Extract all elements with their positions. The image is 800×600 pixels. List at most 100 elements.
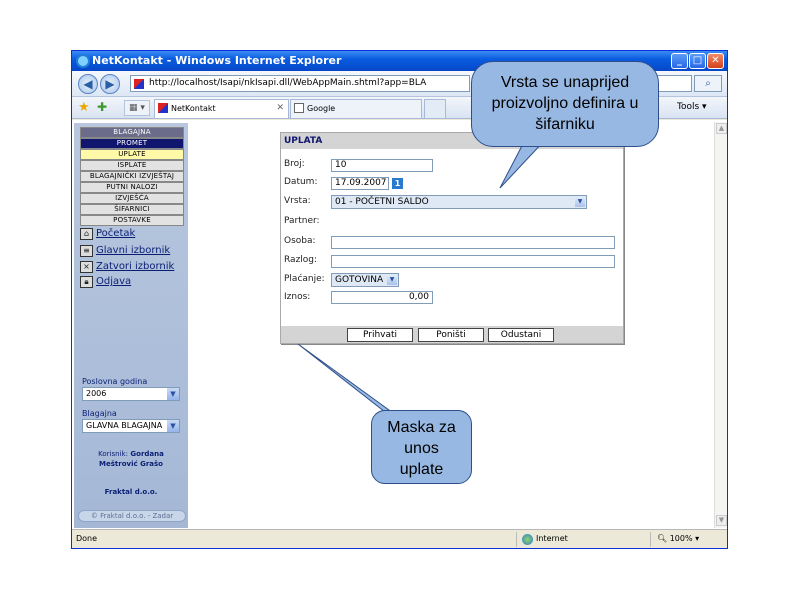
- tools-menu[interactable]: Tools ▾: [677, 102, 707, 112]
- internet-explorer-icon: [76, 54, 90, 68]
- zoom-value: 100%: [669, 534, 693, 543]
- lock-icon: 🔒︎: [80, 276, 93, 288]
- menu-blagajna[interactable]: BLAGAJNA: [80, 127, 184, 138]
- site-favicon-icon: [134, 79, 144, 89]
- placanje-select[interactable]: GOTOVINA ▼: [331, 273, 399, 287]
- placanje-value: GOTOVINA: [335, 275, 384, 285]
- menu-uplate[interactable]: UPLATE: [80, 149, 184, 160]
- broj-field[interactable]: 10: [331, 159, 433, 172]
- menu-izvjesca[interactable]: IZVJEŠĆA: [80, 193, 184, 204]
- favorites-star-icon[interactable]: ★: [78, 100, 90, 115]
- year-select[interactable]: 2006 ▼: [82, 387, 180, 401]
- link-pocetak[interactable]: ⌂ Početak: [80, 227, 135, 241]
- globe-icon: [522, 534, 533, 545]
- callout-maska: Maska za unos uplate: [371, 410, 472, 484]
- user-last-name: Meštrović Grašo: [99, 460, 163, 468]
- netkontakt-tab-icon: [158, 103, 168, 113]
- quick-tabs-button[interactable]: ▦ ▾: [124, 100, 150, 116]
- vrsta-label: Vrsta:: [284, 196, 311, 206]
- link-zatvori-izbornik[interactable]: × Zatvori izbornik: [80, 260, 174, 274]
- scroll-up-icon[interactable]: ▲: [716, 123, 727, 134]
- menu-putni-nalozi[interactable]: PUTNI NALOZI: [80, 182, 184, 193]
- home-icon: ⌂: [80, 228, 93, 240]
- vrsta-select[interactable]: 01 - POČETNI SALDO ▼: [331, 195, 587, 209]
- chevron-down-icon: ▼: [167, 420, 179, 432]
- minimize-button[interactable]: _: [671, 53, 688, 69]
- new-tab-button[interactable]: [424, 99, 446, 118]
- partner-label: Partner:: [284, 216, 320, 226]
- razlog-field[interactable]: [331, 255, 615, 268]
- cashbox-select[interactable]: GLAVNA BLAGAJNA ▼: [82, 419, 180, 433]
- uplata-form: UPLATA Broj: 10 Datum: 17.09.2007 1 Vrst…: [280, 132, 624, 344]
- link-glavni-izbornik[interactable]: ≡ Glavni izbornik: [80, 244, 170, 258]
- chevron-down-icon: ▼: [167, 388, 179, 400]
- status-bar: Done Internet 🔍︎ 100% ▾: [72, 529, 727, 548]
- ponisti-button[interactable]: Poništi: [418, 328, 484, 342]
- chevron-down-icon: ▼: [387, 275, 397, 285]
- search-button[interactable]: ⌕: [694, 75, 722, 92]
- menu-blagajnicki-izvjestaj[interactable]: BLAGAJNIČKI IZVJEŠTAJ: [80, 171, 184, 182]
- link-label: Glavni izbornik: [96, 245, 171, 256]
- callout-line: Vrsta se unaprijed: [500, 74, 630, 91]
- google-tab-icon: [294, 103, 304, 113]
- osoba-field[interactable]: [331, 236, 615, 249]
- back-button[interactable]: ◀: [78, 74, 98, 94]
- tools-label: Tools: [677, 102, 700, 112]
- vertical-scrollbar[interactable]: ▲ ▼: [714, 122, 727, 528]
- datum-field[interactable]: 17.09.2007: [331, 177, 389, 190]
- osoba-label: Osoba:: [284, 236, 316, 246]
- close-menu-icon: ×: [80, 261, 93, 273]
- window-title: NetKontakt - Windows Internet Explorer: [92, 54, 342, 67]
- status-divider: [650, 532, 651, 547]
- copyright[interactable]: © Fraktal d.o.o. - Zadar: [78, 510, 186, 522]
- odustani-button[interactable]: Odustani: [488, 328, 554, 342]
- prihvati-button[interactable]: Prihvati: [347, 328, 413, 342]
- link-label: Početak: [96, 228, 136, 239]
- user-info: Korisnik: Gordana Meštrović Grašo: [78, 449, 184, 469]
- url-text: http://localhost/Isapi/nkIsapi.dll/WebAp…: [149, 78, 427, 88]
- form-button-bar: Prihvati Poništi Odustani: [281, 326, 623, 343]
- razlog-label: Razlog:: [284, 255, 318, 265]
- callout-line: unos: [404, 440, 439, 457]
- menu-isplate[interactable]: ISPLATE: [80, 160, 184, 171]
- menu-promet[interactable]: PROMET: [80, 138, 184, 149]
- callout-vrsta: Vrsta se unaprijed proizvoljno definira …: [471, 61, 659, 147]
- year-label: Poslovna godina: [82, 377, 148, 386]
- tab-label: NetKontakt: [171, 104, 216, 113]
- security-zone: Internet: [522, 530, 568, 548]
- calendar-icon[interactable]: 1: [392, 178, 403, 189]
- status-divider: [516, 532, 517, 547]
- scroll-down-icon[interactable]: ▼: [716, 515, 727, 526]
- callout-line: šifarniku: [535, 116, 595, 133]
- chevron-down-icon: ▼: [575, 197, 585, 207]
- zoom-level[interactable]: 🔍︎ 100% ▾: [657, 530, 699, 548]
- forward-button[interactable]: ▶: [100, 74, 120, 94]
- company-name: Fraktal d.o.o.: [104, 488, 158, 496]
- add-favorite-icon[interactable]: ✚: [97, 100, 107, 114]
- menu-postavke[interactable]: POSTAVKE: [80, 215, 184, 226]
- callout-line: proizvoljno definira u: [491, 95, 639, 112]
- tab-label: Google: [307, 104, 336, 113]
- user-first-name: Gordana: [130, 450, 164, 458]
- broj-label: Broj:: [284, 159, 305, 169]
- callout-line: Maska za: [387, 419, 456, 436]
- close-button[interactable]: ✕: [707, 53, 724, 69]
- cashbox-value: GLAVNA BLAGAJNA: [86, 421, 163, 430]
- maximize-button[interactable]: □: [689, 53, 706, 69]
- status-text: Done: [76, 534, 98, 543]
- link-label: Odjava: [96, 276, 132, 287]
- link-odjava[interactable]: 🔒︎ Odjava: [80, 275, 131, 289]
- tab-netkontakt[interactable]: NetKontakt ✕: [154, 99, 289, 118]
- tab-google[interactable]: Google: [290, 99, 422, 118]
- url-field[interactable]: http://localhost/Isapi/nkIsapi.dll/WebAp…: [130, 75, 470, 92]
- menu-sifarnici[interactable]: ŠIFARNICI: [80, 204, 184, 215]
- iznos-field[interactable]: 0,00: [331, 291, 433, 304]
- zone-label: Internet: [536, 534, 568, 543]
- vrsta-value: 01 - POČETNI SALDO: [335, 197, 429, 207]
- year-value: 2006: [86, 389, 107, 398]
- user-prefix: Korisnik:: [98, 450, 128, 458]
- tab-close-icon[interactable]: ✕: [276, 100, 284, 117]
- placanje-label: Plaćanje:: [284, 274, 325, 284]
- search-icon: ⌕: [705, 78, 711, 89]
- datum-label: Datum:: [284, 177, 318, 187]
